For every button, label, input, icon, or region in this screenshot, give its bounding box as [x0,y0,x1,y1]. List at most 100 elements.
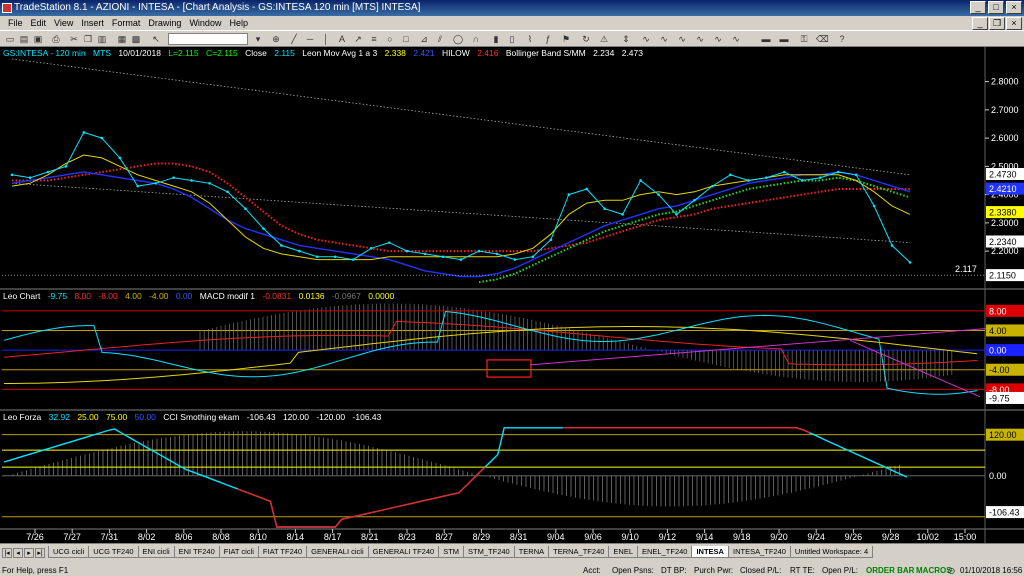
wave-5-icon[interactable]: ∿ [712,33,724,45]
strategy-icon[interactable]: ⚑ [560,33,572,45]
tab-intesa[interactable]: INTESA [691,546,729,558]
macd-v3: -0.0967 [331,291,361,301]
price-tick-label: 2.7000 [991,105,1019,115]
close-price-point [100,136,104,140]
fibonacci-icon[interactable]: ≡ [368,33,380,45]
minimize-button[interactable]: _ [970,1,986,14]
magnet-icon[interactable]: ∩ [470,33,482,45]
line-chart-icon[interactable]: ⌇ [524,33,536,45]
menu-format[interactable]: Format [108,16,145,30]
status-order-bar[interactable]: ORDER BAR [866,565,914,576]
gann-icon[interactable]: ⊿ [418,33,430,45]
close-price-point [818,176,822,179]
new-icon[interactable]: ▭ [4,33,16,45]
tab-enel[interactable]: ENEL [608,546,639,558]
alert-icon[interactable]: ⚠ [598,33,610,45]
menu-help[interactable]: Help [225,16,252,30]
maximize-button[interactable]: □ [988,1,1004,14]
candle-icon[interactable]: ▯ [506,33,518,45]
wave-3-icon[interactable]: ∿ [676,33,688,45]
chart-icon[interactable]: ▦ [116,33,128,45]
leo-forza-name: Leo Forza [3,412,42,422]
tab-next-icon[interactable]: ▸ [24,548,34,558]
close-button[interactable]: × [1006,1,1022,14]
tab-generali-cicli[interactable]: GENERALI cicli [306,546,369,558]
ellipse-icon[interactable]: ◯ [452,33,464,45]
tab-ucg-tf240[interactable]: UCG TF240 [88,546,139,558]
child-minimize-button[interactable]: _ [972,17,988,30]
menu-insert[interactable]: Insert [77,16,108,30]
indicator-icon[interactable]: ƒ [542,33,554,45]
status-macros[interactable]: MACROS [916,565,952,576]
pointer-icon[interactable]: ↖ [150,33,162,45]
tab-stm[interactable]: STM [438,546,465,558]
paste-icon[interactable]: ▥ [96,33,108,45]
wave-4-icon[interactable]: ∿ [694,33,706,45]
symbol-input[interactable] [168,33,248,45]
wave-6-icon[interactable]: ∿ [730,33,742,45]
tab-first-icon[interactable]: |◂ [2,548,12,558]
channel-icon[interactable]: ⫽ [434,33,446,45]
tab-terna-tf240[interactable]: TERNA_TF240 [548,546,610,558]
price-tick-label: 2.8000 [991,77,1019,87]
vertical-line-icon[interactable]: │ [320,33,332,45]
macd-v1: -0.0831 [262,291,292,301]
menu-view[interactable]: View [50,16,77,30]
lock-icon[interactable]: ⚿ [798,33,810,45]
wave-1-icon[interactable]: ∿ [640,33,652,45]
text-icon[interactable]: A [336,33,348,45]
help-icon[interactable]: ? [836,33,848,45]
arrow-icon[interactable]: ↗ [352,33,364,45]
tab-prev-icon[interactable]: ◂ [13,548,23,558]
child-restore-button[interactable]: ❐ [989,17,1005,30]
trendline-icon[interactable]: ╱ [288,33,300,45]
menu-file[interactable]: File [4,16,27,30]
tab-enel-tf240[interactable]: ENEL_TF240 [637,546,693,558]
zoom-icon[interactable]: ⊕ [270,33,282,45]
close-price-point [531,255,535,259]
refresh-icon[interactable]: ↻ [580,33,592,45]
horizontal-line-icon[interactable]: ─ [304,33,316,45]
circle-icon[interactable]: ○ [384,33,396,45]
tab-eni-cicli[interactable]: ENI cicli [137,546,175,558]
bar-chart-icon[interactable]: ▮ [490,33,502,45]
tab-eni-tf240[interactable]: ENI TF240 [173,546,220,558]
menu-drawing[interactable]: Drawing [144,16,185,30]
eraser-icon[interactable]: ⌫ [816,33,829,45]
tab-terna[interactable]: TERNA [513,546,550,558]
chart-analysis-area[interactable]: 2.80002.70002.60002.50002.40002.30002.20… [0,47,1024,543]
cci-v2: 120.00 [282,412,309,422]
scale-icon[interactable]: ⇕ [620,33,632,45]
menu-edit[interactable]: Edit [27,16,51,30]
open-icon[interactable]: ▤ [18,33,30,45]
title-bar: TradeStation 8.1 - AZIONI - INTESA - [Ch… [0,0,1024,16]
status-closed-pl: Closed P/L: [740,566,782,575]
rectangle-icon[interactable]: □ [400,33,412,45]
dropdown-icon[interactable]: ▾ [252,33,264,45]
tab-intesa-tf240[interactable]: INTESA_TF240 [727,546,791,558]
tradestation-window: TradeStation 8.1 - AZIONI - INTESA - [Ch… [0,0,1024,576]
axis-value-badge-label: 2.3380 [989,208,1017,218]
menu-window[interactable]: Window [185,16,225,30]
tab-stm-tf240[interactable]: STM_TF240 [463,546,515,558]
child-close-button[interactable]: × [1006,17,1022,30]
wave-2-icon[interactable]: ∿ [658,33,670,45]
print-icon[interactable]: ⎙ [50,33,62,45]
close-price-point [333,255,337,259]
tab-ucg-cicli[interactable]: UCG cicli [48,546,90,558]
color-green-icon[interactable]: ▬ [778,33,790,45]
tab-generali-tf240[interactable]: GENERALI TF240 [367,546,440,558]
cut-icon[interactable]: ✂ [68,33,80,45]
tab-fiat-cicli[interactable]: FIAT cicli [218,546,259,558]
axis-value-badge-label: -9.75 [989,393,1010,403]
save-icon[interactable]: ▣ [32,33,44,45]
leo-chart-name: Leo Chart [3,291,41,301]
copy-icon[interactable]: ❐ [82,33,94,45]
tab-untitled-workspace-4[interactable]: Untitled Workspace: 4 [789,546,874,558]
tab-last-icon[interactable]: ▸| [35,548,45,558]
time-axis-label: 8/10 [249,532,267,542]
tab-fiat-tf240[interactable]: FIAT TF240 [257,546,308,558]
color-red-icon[interactable]: ▬ [760,33,772,45]
grid-icon[interactable]: ▩ [130,33,142,45]
close-price-point [711,184,714,188]
